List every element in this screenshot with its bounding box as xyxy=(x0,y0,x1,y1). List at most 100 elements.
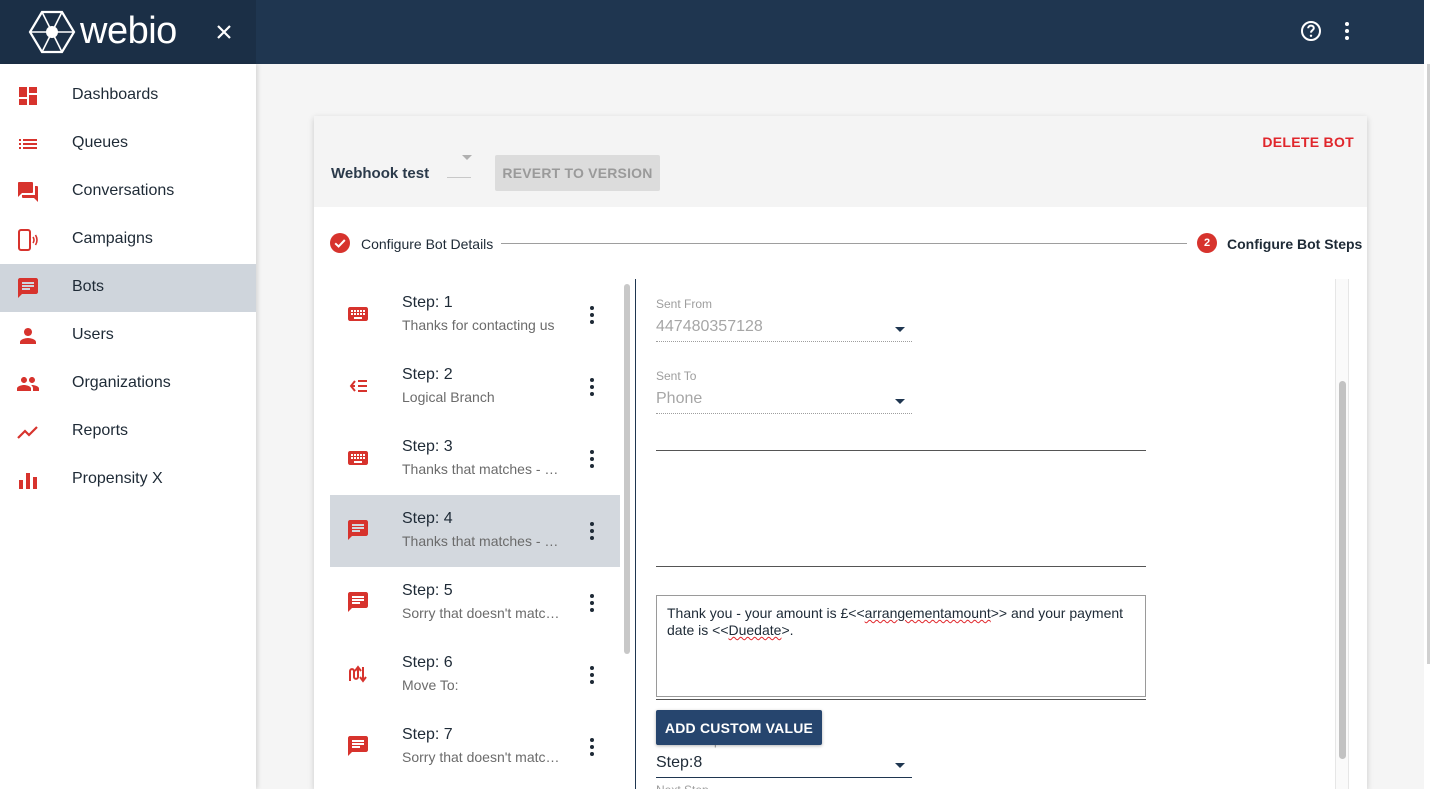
more-vert-icon[interactable] xyxy=(580,663,604,687)
more-vert-icon[interactable] xyxy=(580,519,604,543)
stepper-connector xyxy=(501,243,1187,244)
sent-from-label: Sent From xyxy=(656,297,713,311)
step-item-2[interactable]: Step: 2 Logical Branch xyxy=(330,351,620,423)
more-vert-icon[interactable] xyxy=(580,303,604,327)
step-item-5[interactable]: Step: 5 Sorry that doesn't match our xyxy=(330,567,620,639)
stepper-step-configure-details[interactable]: Configure Bot Details xyxy=(361,236,493,252)
sidebar-item-label: Bots xyxy=(72,278,105,295)
sidebar-item-label: Conversations xyxy=(72,182,175,199)
list-icon xyxy=(19,139,37,149)
revert-to-version-button[interactable]: REVERT TO VERSION xyxy=(495,155,660,191)
sent-from-select[interactable]: 447480357128 xyxy=(656,316,912,342)
sidebar-item-queues[interactable]: Queues xyxy=(0,120,256,168)
more-vert-icon[interactable] xyxy=(1335,19,1359,43)
more-vert-icon[interactable] xyxy=(580,735,604,759)
webio-logo-icon xyxy=(28,10,76,54)
step-subtitle: Sorry that doesn't match our xyxy=(402,749,564,765)
close-icon[interactable] xyxy=(212,20,236,44)
logo-text: webio xyxy=(80,10,177,52)
version-select[interactable] xyxy=(447,152,472,178)
add-custom-value-button[interactable]: ADD CUSTOM VALUE xyxy=(656,710,822,745)
more-vert-icon[interactable] xyxy=(580,447,604,471)
phone-ringing-icon xyxy=(18,229,38,251)
message-variable: Duedate xyxy=(728,622,782,638)
input-underline xyxy=(656,450,1146,451)
sidebar-item-label: Reports xyxy=(72,422,129,439)
step-subtitle: Sorry that doesn't match our xyxy=(402,605,564,621)
message-icon xyxy=(348,592,368,612)
step-subtitle: Thanks that matches - please xyxy=(402,461,564,477)
sidebar-item-reports[interactable]: Reports xyxy=(0,408,256,456)
more-vert-icon[interactable] xyxy=(580,591,604,615)
step-title: Step: 6 xyxy=(402,654,453,671)
move-to-icon xyxy=(349,665,367,683)
stepper-step-number: 2 xyxy=(1197,233,1217,253)
sidebar-item-label: Users xyxy=(72,326,114,343)
sent-to-label: Sent To xyxy=(656,369,697,383)
sidebar-item-label: Propensity X xyxy=(72,470,163,487)
failure-step-select[interactable]: Step:8 xyxy=(656,752,912,778)
sidebar-item-dashboards[interactable]: Dashboards xyxy=(0,72,256,120)
message-text: >. xyxy=(781,622,794,638)
input-underline xyxy=(656,699,1146,700)
person-icon xyxy=(20,328,36,344)
chevron-down-icon xyxy=(895,763,905,768)
dashboard-icon xyxy=(19,87,37,105)
logo-area: webio xyxy=(0,0,256,64)
sidebar-item-users[interactable]: Users xyxy=(0,312,256,360)
step-title: Step: 1 xyxy=(402,294,453,311)
steps-list-scrollbar-thumb[interactable] xyxy=(624,284,630,654)
people-icon xyxy=(17,377,39,391)
window-edge xyxy=(1424,0,1432,789)
help-icon[interactable] xyxy=(1299,19,1323,43)
sidebar-item-label: Queues xyxy=(72,134,129,151)
trending-up-icon xyxy=(17,426,38,439)
step-title: Step: 2 xyxy=(402,366,453,383)
step-subtitle: Thanks for contacting us xyxy=(402,317,555,333)
step-subtitle: Thanks that matches - your xyxy=(402,533,564,549)
delete-bot-button[interactable]: DELETE BOT xyxy=(1234,132,1354,152)
more-vert-icon[interactable] xyxy=(580,375,604,399)
sidebar-item-bots[interactable]: Bots xyxy=(0,264,256,312)
step-item-1[interactable]: Step: 1 Thanks for contacting us xyxy=(330,279,620,351)
message-variable: arrangementamount xyxy=(864,605,991,621)
sent-from-value: 447480357128 xyxy=(656,318,763,335)
step-subtitle: Move To: xyxy=(402,677,459,693)
card-header: Webhook test REVERT TO VERSION DELETE BO… xyxy=(314,116,1367,207)
step-title: Step: 4 xyxy=(402,510,453,527)
stepper-step-configure-steps[interactable]: Configure Bot Steps xyxy=(1227,236,1362,252)
bot-editor-card: Webhook test REVERT TO VERSION DELETE BO… xyxy=(314,116,1367,789)
bot-name: Webhook test xyxy=(331,165,430,182)
step-item-4[interactable]: Step: 4 Thanks that matches - your xyxy=(330,495,620,567)
message-text: Thank you - your amount is £<< xyxy=(667,605,865,621)
check-circle-icon xyxy=(330,233,350,253)
sidebar-item-label: Campaigns xyxy=(72,230,153,247)
sent-to-select[interactable]: Phone xyxy=(656,388,912,414)
steps-list: Step: 1 Thanks for contacting us Step: 2… xyxy=(330,279,620,789)
step-item-6[interactable]: Step: 6 Move To: xyxy=(330,639,620,711)
step-item-3[interactable]: Step: 3 Thanks that matches - please xyxy=(330,423,620,495)
step-title: Step: 5 xyxy=(402,582,453,599)
chat-icon xyxy=(18,278,38,298)
step-item-7[interactable]: Step: 7 Sorry that doesn't match our xyxy=(330,711,620,783)
form-scrollbar-thumb[interactable] xyxy=(1339,381,1346,759)
keyboard-icon xyxy=(348,307,368,321)
step-title: Step: 7 xyxy=(402,726,453,743)
sidebar-item-label: Dashboards xyxy=(72,86,159,103)
input-underline xyxy=(656,566,1146,567)
forum-icon xyxy=(18,182,38,202)
sidebar: Dashboards Queues Conversations Campaign… xyxy=(0,64,256,789)
message-icon xyxy=(348,736,368,756)
chevron-down-icon xyxy=(895,327,905,332)
sidebar-item-propensity-x[interactable]: Propensity X xyxy=(0,456,256,504)
message-icon xyxy=(348,520,368,540)
failure-step-value: Step:8 xyxy=(656,754,703,771)
step-title: Step: 3 xyxy=(402,438,453,455)
message-textarea[interactable]: Thank you - your amount is £<<arrangemen… xyxy=(656,595,1146,697)
chevron-down-icon xyxy=(462,155,472,160)
sidebar-item-campaigns[interactable]: Campaigns xyxy=(0,216,256,264)
sidebar-item-label: Organizations xyxy=(72,374,171,391)
sidebar-item-conversations[interactable]: Conversations xyxy=(0,168,256,216)
sidebar-item-organizations[interactable]: Organizations xyxy=(0,360,256,408)
step-subtitle: Logical Branch xyxy=(402,389,495,405)
